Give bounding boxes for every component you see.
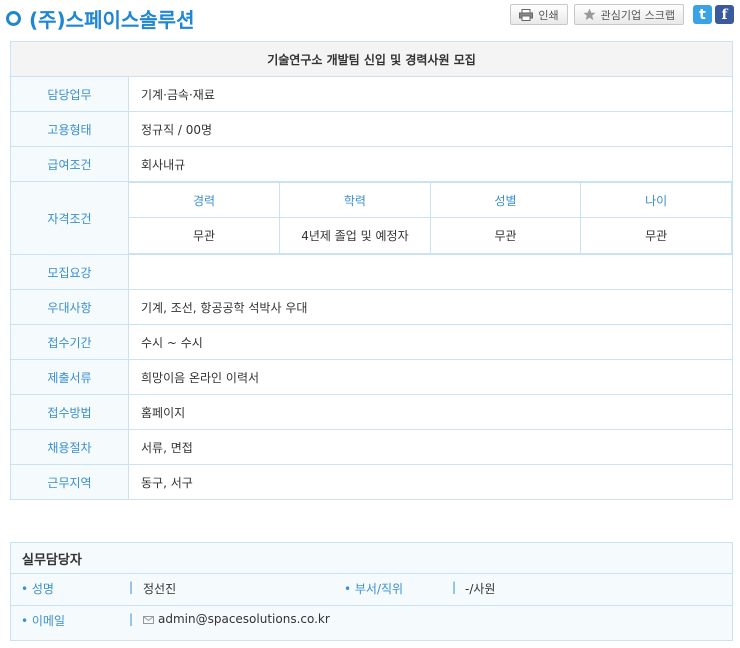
contact-box: 실무담당자 • 성명 | 정선진 • 부서/직위 | -/사원 • 이메일 | … xyxy=(10,542,733,641)
row-value: 기계·금속·재료 xyxy=(128,76,733,112)
print-button[interactable]: 인쇄 xyxy=(510,4,568,25)
printer-icon xyxy=(519,8,534,21)
scrap-company-button[interactable]: 관심기업 스크랩 xyxy=(573,4,684,25)
qual-header: 나이 xyxy=(580,182,732,218)
qual-value: 무관 xyxy=(129,217,281,254)
qualification-row: 자격조건 경력 학력 성별 나이 무관 4년제 졸업 및 예정자 무관 무관 xyxy=(10,181,733,255)
dept-value: -/사원 xyxy=(465,582,496,596)
email-field[interactable]: admin@spacesolutions.co.kr xyxy=(143,612,330,627)
table-row: 접수기간 수시 ~ 수시 xyxy=(10,324,733,360)
table-row: 담당업무 기계·금속·재료 xyxy=(10,76,733,112)
row-label: 접수기간 xyxy=(10,324,129,360)
contact-row: • 이메일 | admin@spacesolutions.co.kr xyxy=(11,605,732,632)
qual-value: 무관 xyxy=(429,217,582,254)
qual-header: 경력 xyxy=(129,182,281,218)
qual-header: 학력 xyxy=(279,182,431,218)
qual-value: 4년제 졸업 및 예정자 xyxy=(279,217,431,254)
job-title: 기술연구소 개발팀 신입 및 경력사원 모집 xyxy=(10,41,733,77)
bullet-circle-icon xyxy=(6,11,21,26)
row-label: 급여조건 xyxy=(10,146,129,182)
page-header: (주)스페이스솔루션 인쇄 관심기업 스크랩 t f xyxy=(0,0,740,36)
row-value: 동구, 서구 xyxy=(128,464,733,500)
row-label: 모집요강 xyxy=(10,254,129,290)
scrap-label: 관심기업 스크랩 xyxy=(600,8,675,22)
twitter-share-icon[interactable]: t xyxy=(693,5,712,24)
job-posting-table: 기술연구소 개발팀 신입 및 경력사원 모집 담당업무 기계·금속·재료 고용형… xyxy=(10,41,733,500)
dept-label: • 부서/직위 xyxy=(344,582,404,596)
toolbar: 인쇄 관심기업 스크랩 t f xyxy=(510,4,734,25)
company-name: (주)스페이스솔루션 xyxy=(29,8,195,32)
table-row: 접수방법 홈페이지 xyxy=(10,394,733,430)
table-row: 근무지역 동구, 서구 xyxy=(10,464,733,500)
row-value: 홈페이지 xyxy=(128,394,733,430)
star-icon xyxy=(583,8,596,21)
table-row: 제출서류 희망이음 온라인 이력서 xyxy=(10,359,733,395)
row-label: 담당업무 xyxy=(10,76,129,112)
separator: | xyxy=(452,580,457,594)
row-label: 접수방법 xyxy=(10,394,129,430)
email-value[interactable]: admin@spacesolutions.co.kr xyxy=(158,612,330,626)
row-value xyxy=(128,254,733,290)
table-row: 고용형태 정규직 / 00명 xyxy=(10,111,733,147)
row-value: 서류, 면접 xyxy=(128,429,733,465)
qual-header: 성별 xyxy=(429,182,582,218)
row-value: 기계, 조선, 항공공학 석박사 우대 xyxy=(128,289,733,325)
table-row: 채용절차 서류, 면접 xyxy=(10,429,733,465)
email-label: • 이메일 xyxy=(21,614,66,628)
name-label: • 성명 xyxy=(21,582,54,596)
table-row: 모집요강 xyxy=(10,254,733,290)
qual-value: 무관 xyxy=(580,217,732,254)
table-row: 우대사항 기계, 조선, 항공공학 석박사 우대 xyxy=(10,289,733,325)
row-label: 근무지역 xyxy=(10,464,129,500)
contact-row: • 성명 | 정선진 • 부서/직위 | -/사원 xyxy=(11,573,732,600)
separator: | xyxy=(129,612,134,626)
row-value: 회사내규 xyxy=(128,146,733,182)
separator: | xyxy=(129,580,134,594)
company-title: (주)스페이스솔루션 xyxy=(6,4,194,33)
row-label: 고용형태 xyxy=(10,111,129,147)
facebook-share-icon[interactable]: f xyxy=(715,5,734,24)
print-label: 인쇄 xyxy=(538,8,559,22)
row-label: 채용절차 xyxy=(10,429,129,465)
row-value: 수시 ~ 수시 xyxy=(128,324,733,360)
table-row: 급여조건 회사내규 xyxy=(10,146,733,182)
mail-icon xyxy=(143,613,154,627)
contact-title: 실무담당자 xyxy=(22,553,82,568)
name-value: 정선진 xyxy=(143,582,177,596)
row-label: 제출서류 xyxy=(10,359,129,395)
row-label: 자격조건 xyxy=(10,181,129,255)
row-label: 우대사항 xyxy=(10,289,129,325)
qualification-grid: 경력 학력 성별 나이 무관 4년제 졸업 및 예정자 무관 무관 xyxy=(128,181,733,255)
row-value: 정규직 / 00명 xyxy=(128,111,733,147)
row-value: 희망이음 온라인 이력서 xyxy=(128,359,733,395)
